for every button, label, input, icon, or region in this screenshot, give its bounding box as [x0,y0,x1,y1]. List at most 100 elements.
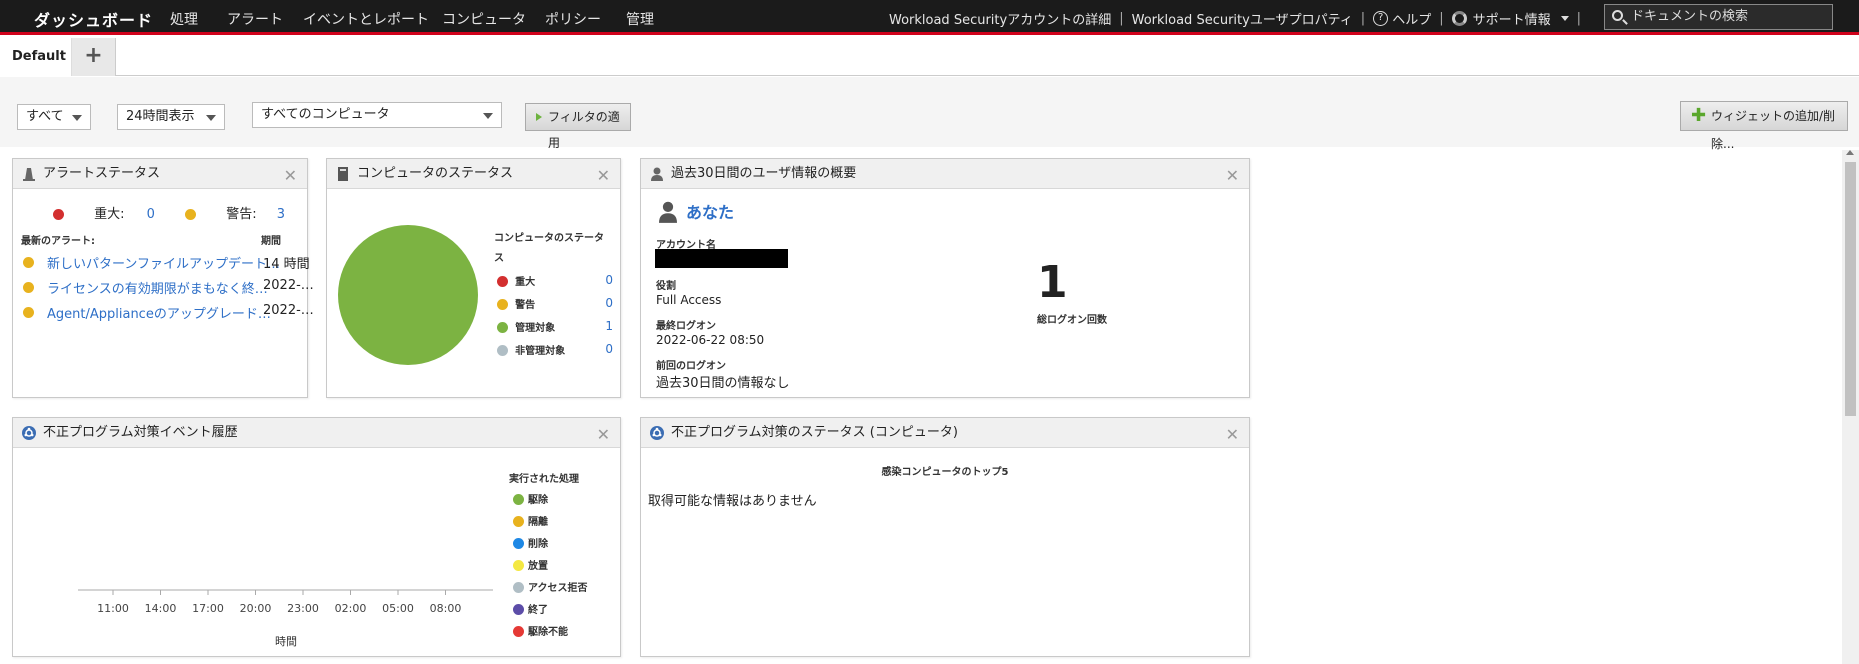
widget-title: アラートステータス [43,166,161,181]
support-link[interactable]: サポート情報 [1473,9,1551,28]
legend-swatch [513,516,524,527]
role-value: Full Access [656,293,722,307]
warning-icon [185,209,197,220]
nav-alerts[interactable]: アラート [227,9,283,29]
widget-header: 不正プログラム対策のステータス (コンピュータ) ✕ [641,418,1249,448]
warning-icon [23,307,34,318]
close-icon[interactable]: ✕ [1226,161,1239,191]
legend-item: 非管理対象 0 [497,342,615,365]
list-item: 新しいパターンファイルアップデート… 14 時間 [21,253,310,278]
search-placeholder: ドキュメントの検索 [1631,9,1749,24]
nav-computers[interactable]: コンピュータ [442,9,526,29]
legend-title: コンピュータのステータス [494,233,604,264]
last-logon-label: 最終ログオン [656,321,716,332]
plus-icon: ✚ [1691,105,1707,126]
help-icon: ? [1373,11,1389,26]
alert-counts: 重大: 0 警告: 3 [53,203,285,222]
legend-item: 隔離 [513,513,588,535]
x-tick-label: 23:00 [287,602,319,615]
separator: | [1119,11,1124,26]
scroll-up-arrow-icon[interactable] [1846,150,1854,155]
search-icon [1612,10,1623,21]
legend-count[interactable]: 0 [605,296,613,310]
doc-search-input[interactable]: ドキュメントの検索 [1604,4,1833,30]
separator: | [1360,11,1366,26]
logon-count-label: 総ログオン回数 [1037,315,1107,326]
filter-bar: すべて 24時間表示 すべてのコンピュータ フィルタの適用 ✚ ウィジェットの追… [0,77,1859,151]
nav-actions[interactable]: 処理 [170,9,198,29]
alert-period: 14 時間 [263,257,310,272]
alert-link[interactable]: Agent/Applianceのアップグレード… [47,303,271,322]
computers-select[interactable]: すべてのコンピュータ [252,102,502,128]
chevron-down-icon [483,113,493,119]
alert-period: 2022-… [263,303,314,318]
pie-slice-managed[interactable] [338,225,478,365]
nav-policies[interactable]: ポリシー [545,9,601,29]
add-tab-button[interactable]: + [72,38,116,76]
critical-icon [53,209,64,220]
alert-link[interactable]: 新しいパターンファイルアップデート… [47,253,280,272]
legend-label: 終了 [528,605,548,616]
legend-label: 削除 [528,539,548,550]
x-tick-label: 20:00 [240,602,272,615]
chevron-down-icon[interactable] [1560,16,1569,21]
legend-label: 駆除不能 [528,627,568,638]
critical-icon [497,276,508,287]
chevron-down-icon [206,115,216,121]
legend-swatch [513,582,524,593]
user-name[interactable]: あなた [686,199,734,223]
prev-logon-value: 過去30日間の情報なし [656,376,790,391]
nav-admin[interactable]: 管理 [626,9,654,29]
alert-period: 2022-… [263,278,314,293]
widget-title: 過去30日間のユーザ情報の概要 [671,166,857,181]
account-details-link[interactable]: Workload Securityアカウントの詳細 [889,9,1111,28]
scrollbar-thumb[interactable] [1845,162,1856,416]
x-tick-label: 05:00 [382,602,414,615]
user-icon [659,201,677,223]
widget-header: コンピュータのステータス ✕ [327,159,620,189]
nav-dashboard[interactable]: ダッシュボード [34,7,153,31]
legend-count[interactable]: 0 [605,273,613,287]
x-axis-label: 時間 [275,635,297,648]
legend-label: 警告 [515,300,536,311]
computers-select-value: すべてのコンピュータ [261,107,390,122]
time-select[interactable]: 24時間表示 [117,104,225,130]
computer-legend: 重大 0 警告 0 管理対象 1 非管理対象 0 [497,273,615,365]
support-icon [1451,11,1467,26]
malware-status-widget: 不正プログラム対策のステータス (コンピュータ) ✕ 感染コンピュータのトップ5… [640,417,1250,657]
period-header: 期間 [261,236,281,247]
close-icon[interactable]: ✕ [284,161,297,191]
latest-alerts-header: 最新のアラート: [21,236,95,247]
malware-events-widget: 不正プログラム対策イベント履歴 ✕ 時間 11:00 14:00 17:00 20:0… [12,417,621,657]
apply-filter-button[interactable]: フィルタの適用 [525,103,631,150]
legend-label: 駆除 [528,495,548,506]
last-logon-value: 2022-06-22 08:50 [656,333,765,347]
close-icon[interactable]: ✕ [1226,420,1239,450]
legend-swatch [513,560,524,571]
computer-icon [338,167,348,181]
biohazard-icon [22,426,36,440]
legend-count[interactable]: 1 [605,319,613,333]
close-icon[interactable]: ✕ [597,420,610,450]
close-icon[interactable]: ✕ [597,161,610,191]
x-tick-label: 17:00 [192,602,224,615]
nav-events-reports[interactable]: イベントとレポート [303,9,429,29]
legend-item: 放置 [513,557,588,579]
add-remove-widgets-button[interactable]: ✚ ウィジェットの追加/削除... [1680,101,1848,151]
warning-count[interactable]: 3 [277,207,285,222]
role-label: 役割 [656,281,676,292]
warning-icon [23,282,34,293]
legend-swatch [513,538,524,549]
legend-swatch [513,494,524,505]
legend-item: 終了 [513,601,588,623]
alert-link[interactable]: ライセンスの有効期限がまもなく終… [47,278,268,297]
tab-default[interactable]: Default [0,38,72,76]
computer-status-pie [338,225,478,365]
scope-select[interactable]: すべて [17,104,91,130]
help-link[interactable]: ヘルプ [1392,9,1431,28]
legend-count[interactable]: 0 [605,342,613,356]
critical-count[interactable]: 0 [147,207,155,222]
legend-item: アクセス拒否 [513,579,588,601]
user-properties-link[interactable]: Workload Securityユーザプロパティ [1132,9,1353,28]
x-tick-label: 08:00 [430,602,462,615]
